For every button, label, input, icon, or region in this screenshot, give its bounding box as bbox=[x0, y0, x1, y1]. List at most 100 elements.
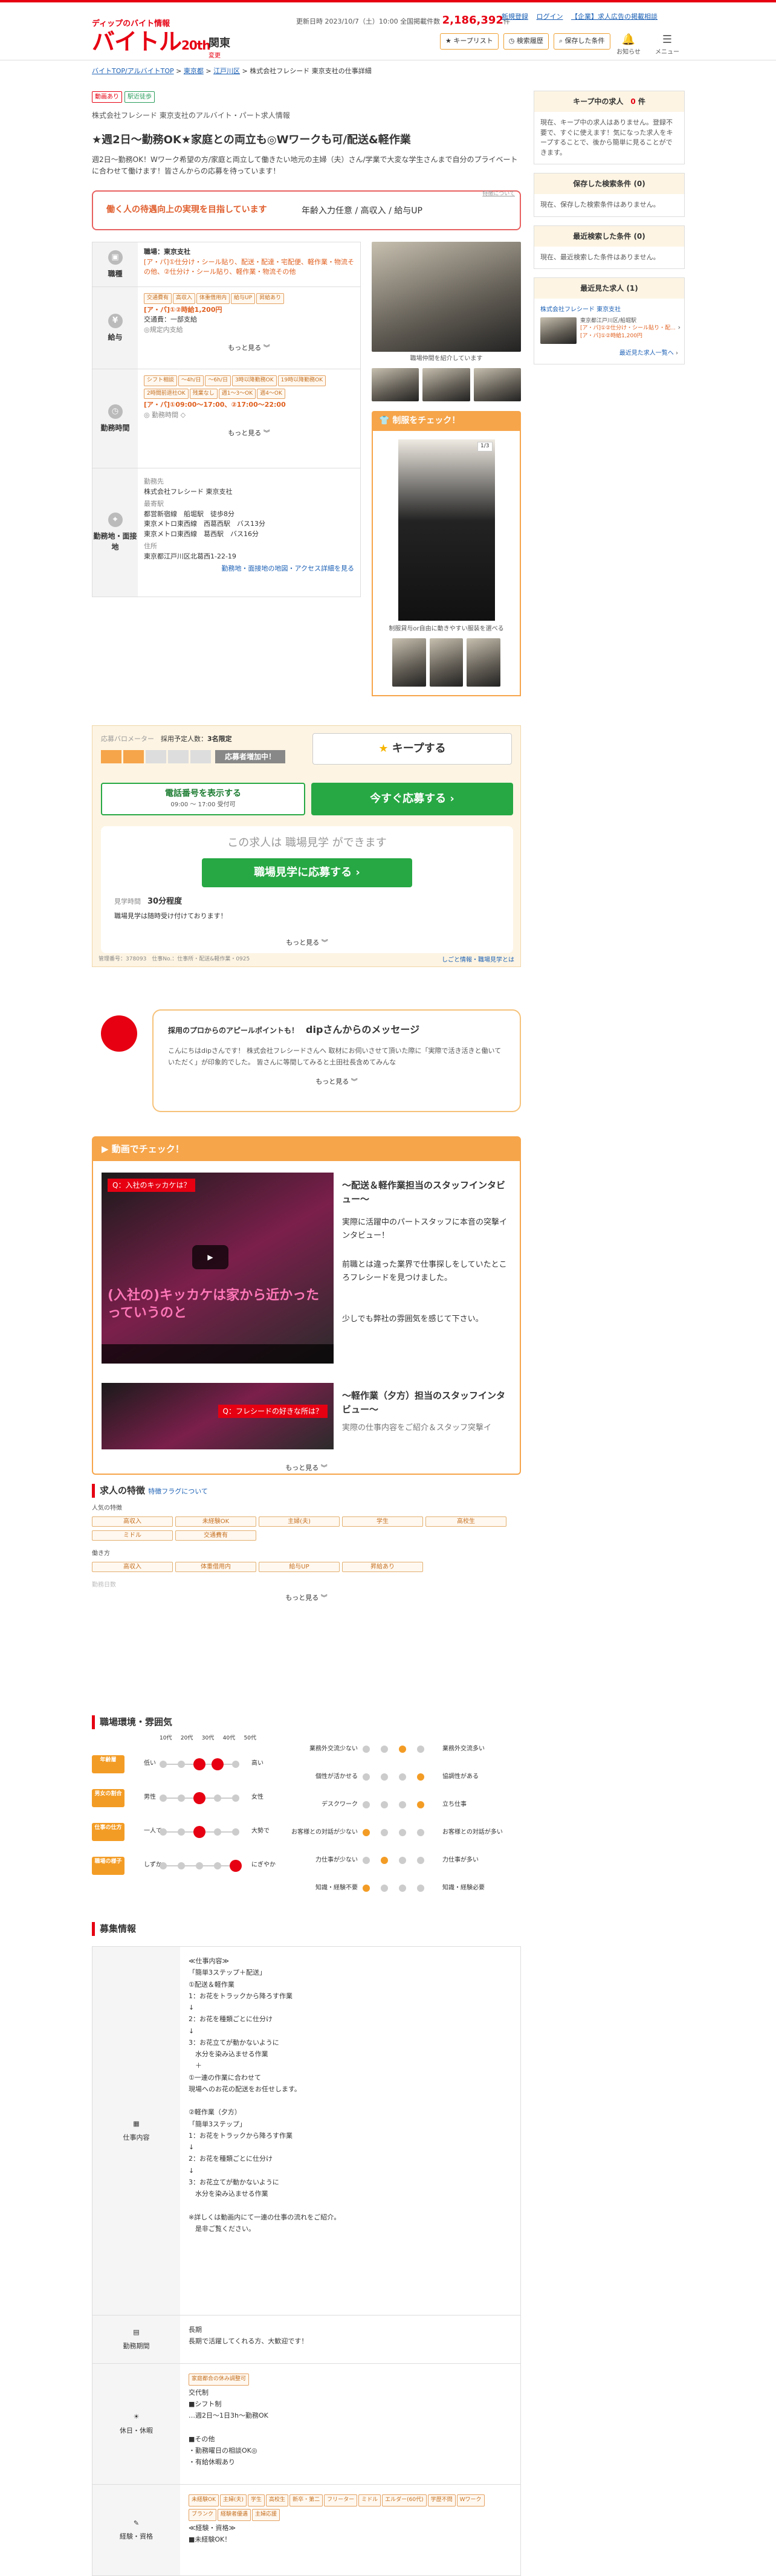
play-icon[interactable]: ▶ bbox=[192, 1245, 228, 1269]
recent-box-title: 最近検索した条件 bbox=[573, 231, 632, 241]
env-dot bbox=[193, 1758, 205, 1770]
saved-box-count: (0) bbox=[633, 180, 645, 188]
photo-counter: 1/3 bbox=[477, 442, 493, 451]
notice-button[interactable]: 🔔 お知らせ bbox=[615, 31, 642, 57]
catch-link[interactable]: 特徴について bbox=[482, 190, 515, 199]
qual-chip: ブランク bbox=[189, 2508, 217, 2521]
recruit-row-holiday: ☀ 休日・休暇 家庭都合の休み調整可 交代制 ■シフト制 …週2日〜1日3h〜勤務O… bbox=[92, 2364, 520, 2485]
uniform-thumb[interactable] bbox=[392, 638, 426, 687]
info-row-time: ◷ 勤務時間 シフト相談 〜4h/日 〜6h/日 3時以降勤務OK 19時以降勤務OK 2時… bbox=[92, 369, 360, 468]
pay-more-button[interactable]: もっと見る ︾ bbox=[144, 343, 354, 354]
info-row-job: ▣ 職種 職場：東京支社 [ア・パ]①仕分け・シール貼り、配送・配達・宅配便、軽作業… bbox=[92, 242, 360, 287]
time-more-button[interactable]: もっと見る ︾ bbox=[144, 429, 354, 439]
plan-value: 3名限定 bbox=[207, 735, 232, 743]
viewed-box-title: 最近見た求人 bbox=[580, 284, 624, 293]
visit-more-button[interactable]: もっと見る ︾ bbox=[101, 938, 513, 948]
radar-dot bbox=[363, 1885, 370, 1892]
site-logo[interactable]: ディップのバイト情報 バイトル20th bbox=[92, 18, 211, 53]
recent-box-count: (0) bbox=[633, 231, 645, 241]
corp-link[interactable]: 【企業】求人広告の掲載相談 bbox=[571, 13, 658, 21]
env-dot bbox=[160, 1794, 167, 1802]
radar-scale bbox=[363, 1885, 438, 1892]
video-text-1a: 実際に活躍中のパートスタッフに本音の突撃インタビュー！ bbox=[342, 1218, 508, 1241]
keep-button[interactable]: ★ キープする bbox=[312, 733, 512, 765]
keep-list-button[interactable]: ★ キープリスト bbox=[440, 33, 499, 50]
message-body: こんにちはdipさんです！ 株式会社フレシードさんへ 取材にお伺いさせて頂いた際… bbox=[168, 1047, 502, 1066]
recruit-head-period: 勤務期間 bbox=[123, 2341, 150, 2350]
saved-box-title: 保存した検索条件 bbox=[573, 180, 632, 188]
update-date: 2023/10/7（土）10:00 全国掲載件数 bbox=[325, 18, 441, 25]
login-link[interactable]: ログイン bbox=[537, 13, 563, 21]
env-right: 高い bbox=[251, 1760, 264, 1767]
feature-chip: 学生 bbox=[342, 1516, 423, 1527]
radar-row: 個性が活かせる 協調性がある bbox=[291, 1767, 515, 1789]
feature-chip: 給与UP bbox=[259, 1561, 340, 1572]
breadcrumb-item[interactable]: バイトTOP/アルバイトTOP bbox=[92, 67, 174, 75]
saved-conditions-button[interactable]: ⌕ 保存した条件 bbox=[553, 33, 610, 50]
catch-left: 働く人の待遇向上の実現を目指しています bbox=[106, 205, 267, 215]
feature-chip: 交通費有 bbox=[175, 1530, 256, 1541]
viewed-place: 東京都江戸川区/船堀駅 bbox=[580, 317, 637, 324]
apply-now-label: 今すぐ応募する bbox=[370, 792, 447, 805]
apply-now-button[interactable]: 今すぐ応募する › bbox=[311, 783, 513, 815]
viewed-company[interactable]: 株式会社フレシード 東京支社 bbox=[540, 306, 621, 313]
saved-box: 保存した検索条件 (0) 現在、保存した検索条件はありません。 bbox=[534, 173, 685, 217]
time-chip: 週4〜OK bbox=[257, 388, 285, 399]
keep-label: キープする bbox=[392, 742, 446, 755]
video-controls[interactable] bbox=[102, 1344, 334, 1364]
signup-link[interactable]: 新規登録 bbox=[502, 13, 528, 21]
uniform-thumb[interactable] bbox=[467, 638, 501, 687]
building-icon: ▦ bbox=[133, 2120, 140, 2128]
area-label: 関東 bbox=[209, 37, 230, 50]
message-more-button[interactable]: もっと見る ︾ bbox=[168, 1077, 505, 1087]
breadcrumb-item[interactable]: 江戸川区 bbox=[213, 67, 240, 75]
feature-chip: 高収入 bbox=[92, 1561, 173, 1572]
viewed-list-link[interactable]: 最近見た求人一覧へ bbox=[619, 350, 674, 357]
area-change[interactable]: 変更 bbox=[209, 51, 230, 60]
features-link[interactable]: 特徴フラグについて bbox=[148, 1487, 208, 1495]
recruit-title: 募集情報 bbox=[92, 1922, 136, 1936]
recruit-body-holiday: 交代制 ■シフト制 …週2日〜1日3h〜勤務OK ■その他 ・勤務曜日の相談OK… bbox=[189, 2388, 268, 2467]
visit-apply-button[interactable]: 職場見学に応募する › bbox=[202, 858, 412, 887]
menu-button[interactable]: ☰ メニュー bbox=[654, 31, 681, 57]
breadcrumb-item[interactable]: 東京都 bbox=[184, 67, 204, 75]
photo-thumb[interactable] bbox=[473, 368, 521, 401]
job-info-table: ▣ 職種 職場：東京支社 [ア・パ]①仕分け・シール貼り、配送・配達・宅配便、軽作業… bbox=[92, 242, 361, 597]
photo-thumb[interactable] bbox=[422, 368, 470, 401]
qual-chip: Wワーク bbox=[456, 2494, 485, 2506]
age-label: 40代 bbox=[222, 1735, 236, 1741]
more-label: もっと見る bbox=[228, 429, 262, 437]
tel-button[interactable]: 電話番号を表示する 09:00 〜 17:00 受付可 bbox=[101, 783, 305, 815]
radar-dot bbox=[363, 1773, 370, 1781]
features-more-button[interactable]: もっと見る ︾ bbox=[92, 1593, 521, 1604]
radar-scale bbox=[363, 1746, 438, 1753]
age-label: 20代 bbox=[180, 1735, 193, 1741]
qual-chip: 経験者優遇 bbox=[218, 2508, 251, 2521]
video-player-1[interactable]: Q：入社のキッカケは？ ▶ (入社の)キッカケは家から近かったっていうのと bbox=[102, 1173, 334, 1364]
radar-right: 協調性がある bbox=[442, 1773, 479, 1780]
qual-chip: フリーター bbox=[324, 2494, 358, 2506]
uniform-photo[interactable]: 1/3 bbox=[398, 439, 495, 621]
video-player-2[interactable]: Q：フレシードの好きな所は？ bbox=[102, 1383, 334, 1449]
video-more-button[interactable]: もっと見る ︾ bbox=[93, 1463, 520, 1474]
visit-lead: この求人は 職場見学 ができます bbox=[227, 837, 387, 849]
area-selector[interactable]: 関東 変更 bbox=[209, 35, 230, 60]
recruit-table: ▦ 仕事内容 ≪仕事内容≫ 「簡単3ステップ＋配送」 ①配送＆軽作業 1：お花をト… bbox=[92, 1946, 521, 2576]
env-row: 仕事の仕方 一人で 大勢で bbox=[92, 1819, 291, 1843]
radar-left: 個性が活かせる bbox=[315, 1773, 358, 1780]
radar-dot bbox=[399, 1829, 406, 1836]
radar-dot bbox=[381, 1829, 388, 1836]
star-icon: ★ bbox=[445, 37, 451, 45]
search-history-button[interactable]: ◷ 検索履歴 bbox=[503, 33, 549, 50]
photo-thumb[interactable] bbox=[372, 368, 419, 401]
visit-info-link[interactable]: しごと情報・職場見学とは bbox=[442, 957, 514, 963]
viewed-item[interactable]: 株式会社フレシード 東京支社 東京都江戸川区/船堀駅 [ア・パ]①②仕分け・シール… bbox=[534, 299, 684, 364]
viewed-box: 最近見た求人 (1) 株式会社フレシード 東京支社 東京都江戸川区/船堀駅 [ア・… bbox=[534, 277, 685, 364]
uniform-thumb[interactable] bbox=[429, 638, 464, 687]
time-chip: 〜4h/日 bbox=[178, 375, 204, 386]
map-link[interactable]: 勤務地・面接地の地図・アクセス詳細を見る bbox=[222, 565, 354, 572]
pay-sub: 交通費：一部支給 bbox=[144, 316, 197, 323]
feature-chip: 主婦(夫) bbox=[259, 1516, 340, 1527]
feature-chip: 高収入 bbox=[92, 1516, 173, 1527]
main-photo[interactable] bbox=[372, 242, 521, 352]
